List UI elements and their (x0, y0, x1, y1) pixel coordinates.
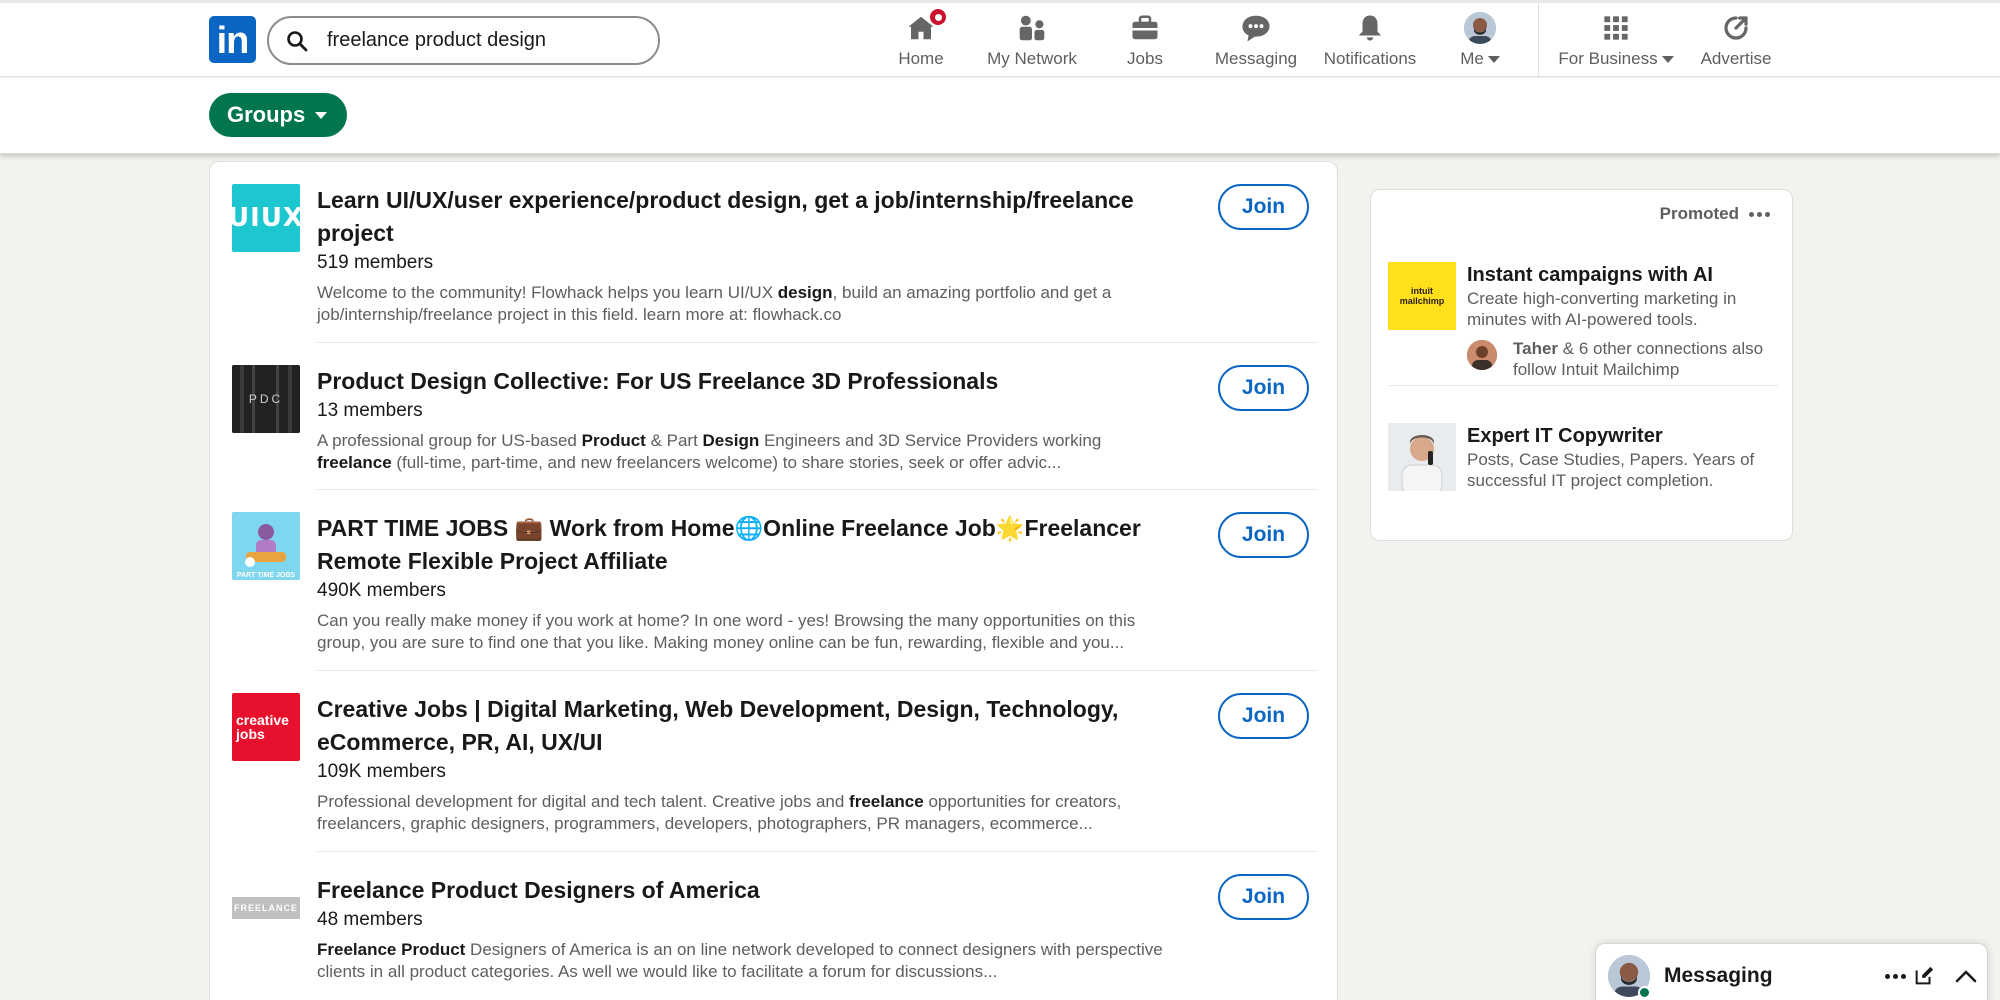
ad-item[interactable]: intuit mailchimp Instant campaigns with … (1388, 262, 1778, 382)
ad-description: Create high-converting marketing in minu… (1467, 289, 1737, 329)
nav-divider (1538, 3, 1539, 79)
messaging-icon (1239, 11, 1273, 45)
nav-my-network-label: My Network (987, 49, 1077, 68)
ad-item[interactable]: Expert IT Copywriter Posts, Case Studies… (1388, 423, 1778, 493)
divider (317, 670, 1317, 671)
compose-icon[interactable] (1910, 962, 1938, 990)
group-logo[interactable]: PDC (232, 365, 300, 433)
nav-me[interactable]: Me (1455, 11, 1505, 73)
nav-my-network[interactable]: My Network (984, 11, 1080, 73)
nav-for-business-label: For Business (1558, 49, 1674, 69)
ad-title[interactable]: Expert IT Copywriter (1467, 423, 1777, 449)
online-status-icon (1638, 986, 1651, 999)
divider (1388, 385, 1778, 386)
nav-messaging[interactable]: Messaging (1212, 11, 1300, 73)
member-count: 13 members (317, 400, 423, 421)
messaging-overlay[interactable]: Messaging (1595, 943, 1988, 1000)
search-filter-bar: Groups (0, 78, 2000, 154)
nav-for-business[interactable]: For Business (1555, 11, 1677, 73)
group-title[interactable]: Creative Jobs | Digital Marketing, Web D… (317, 693, 1177, 759)
member-count: 48 members (317, 909, 423, 930)
nav-advertise[interactable]: Advertise (1696, 11, 1776, 73)
join-button[interactable]: Join (1218, 874, 1309, 920)
ad-description: Posts, Case Studies, Papers. Years of su… (1467, 450, 1755, 490)
ad-connections: Taher & 6 other connections also follow … (1467, 338, 1777, 380)
nav-home-label: Home (898, 49, 944, 68)
group-logo[interactable]: FREELANCE (232, 874, 300, 942)
divider (317, 342, 1317, 343)
member-count: 109K members (317, 761, 446, 782)
nav-notifications[interactable]: Notifications (1318, 11, 1422, 73)
join-button[interactable]: Join (1218, 184, 1309, 230)
global-nav: in Home My Network (0, 0, 2000, 79)
chevron-down-icon (1661, 55, 1674, 63)
chevron-up-icon[interactable] (1952, 962, 1980, 990)
promoted-header: Promoted (1660, 204, 1770, 224)
avatar (1464, 12, 1496, 44)
bell-icon (1353, 11, 1387, 45)
linkedin-logo[interactable]: in (209, 16, 256, 63)
avatar (1467, 340, 1497, 370)
member-count: 490K members (317, 580, 446, 601)
advertise-icon (1719, 11, 1753, 45)
join-button[interactable]: Join (1218, 512, 1309, 558)
network-icon (1015, 11, 1049, 45)
group-title[interactable]: Learn UI/UX/user experience/product desi… (317, 184, 1177, 250)
nav-advertise-label: Advertise (1700, 49, 1772, 68)
groups-filter-label: Groups (227, 102, 306, 127)
briefcase-icon (1128, 11, 1162, 45)
ad-image (1388, 423, 1456, 491)
group-title[interactable]: Product Design Collective: For US Freela… (317, 365, 1177, 398)
notification-badge (928, 7, 948, 27)
group-description: Freelance Product Designers of America i… (317, 940, 1163, 981)
nav-jobs[interactable]: Jobs (1120, 11, 1170, 73)
member-count: 519 members (317, 252, 434, 273)
promoted-ad-card: Promoted intuit mailchimp Instant campai… (1370, 189, 1793, 541)
nav-home[interactable]: Home (891, 7, 951, 73)
nav-messaging-label: Messaging (1214, 49, 1298, 68)
group-logo[interactable]: creative jobs (232, 693, 300, 761)
chevron-down-icon (315, 111, 328, 119)
group-logo[interactable]: PART TIME JOBS (232, 512, 300, 580)
chevron-down-icon (1487, 55, 1500, 63)
group-title[interactable]: Freelance Product Designers of America (317, 874, 1177, 907)
group-description: Welcome to the community! Flowhack helps… (317, 283, 1112, 324)
nav-jobs-label: Jobs (1127, 49, 1163, 68)
search-input[interactable] (327, 29, 647, 52)
join-button[interactable]: Join (1218, 365, 1309, 411)
group-description: Professional development for digital and… (317, 792, 1122, 833)
connection-name: Taher (1513, 339, 1559, 358)
group-title[interactable]: PART TIME JOBS 💼 Work from Home🌐Online F… (317, 512, 1177, 578)
search-icon (287, 30, 308, 51)
home-icon (904, 7, 948, 45)
more-options-icon[interactable] (1749, 211, 1770, 217)
search-box[interactable] (267, 16, 660, 65)
nav-notifications-label: Notifications (1323, 49, 1417, 68)
groups-filter-button[interactable]: Groups (209, 93, 348, 137)
group-description: A professional group for US-based Produc… (317, 431, 1102, 472)
divider (317, 489, 1317, 490)
group-logo[interactable]: UIUX (232, 184, 300, 252)
search-results-list: UIUX Learn UI/UX/user experience/product… (209, 161, 1338, 1000)
divider (317, 851, 1317, 852)
mailchimp-logo: intuit mailchimp (1388, 262, 1456, 330)
ad-title[interactable]: Instant campaigns with AI (1467, 262, 1777, 288)
grid-icon (1599, 11, 1633, 45)
messaging-label: Messaging (1664, 964, 1773, 987)
group-description: Can you really make money if you work at… (317, 611, 1136, 652)
join-button[interactable]: Join (1218, 693, 1309, 739)
more-options-icon[interactable] (1876, 962, 1906, 990)
nav-me-label: Me (1460, 49, 1500, 69)
